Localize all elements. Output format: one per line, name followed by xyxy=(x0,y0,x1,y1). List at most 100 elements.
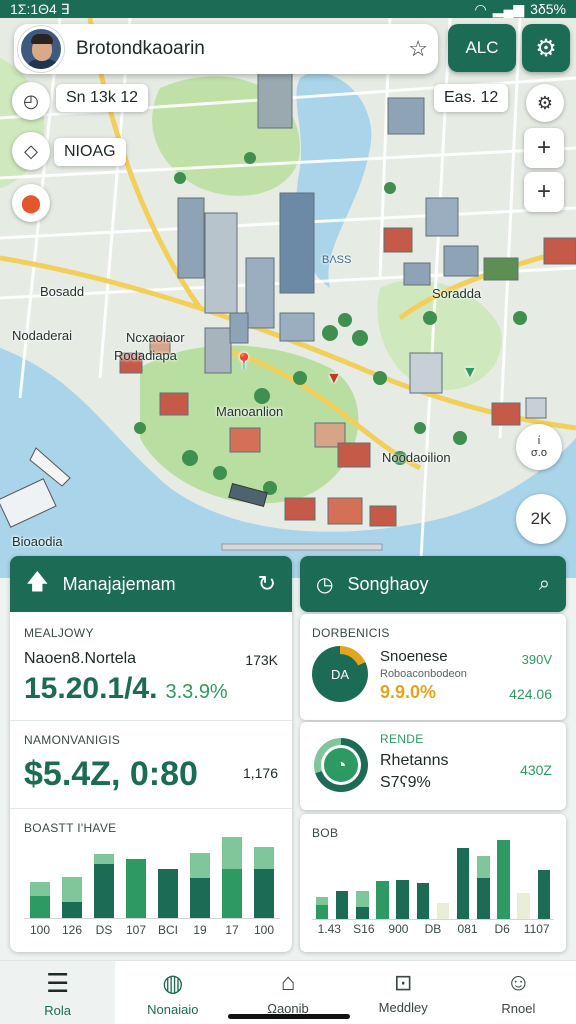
summary-right-2: 430Z xyxy=(520,762,552,778)
section-caption: NAMONVANIGIS xyxy=(24,733,121,747)
summary-subtitle: Roboaconbodeon xyxy=(380,668,467,680)
map-chip-left[interactable]: Sn 13k 12 xyxy=(56,84,149,112)
map-badge-large-label: 2K xyxy=(530,509,552,528)
search-icon[interactable]: ⌕ xyxy=(539,573,550,596)
summary-section-1[interactable]: DORBENICIS DA Snoenese Roboaconbodeon 9.… xyxy=(300,614,566,720)
map-chip-mid[interactable]: NIOAG xyxy=(54,138,126,166)
nav-item-nonaiaio[interactable]: ◍ Nonaiaio xyxy=(115,961,230,1024)
chart-bar-segment xyxy=(62,876,82,903)
layers-button[interactable]: ◇ xyxy=(12,132,50,170)
clock-icon[interactable]: ◷ xyxy=(316,572,333,597)
chart-bar-segment xyxy=(315,897,329,906)
map-pin-icon[interactable]: ▼ xyxy=(326,370,342,388)
map-badge-small[interactable]: ί σ.ο xyxy=(516,424,562,470)
chart-bar xyxy=(30,896,50,918)
nav-item-rola[interactable]: ☰ Rola xyxy=(0,961,116,1024)
chart-icon: ⊡ xyxy=(393,970,413,995)
management-chart-x-labels: 100 126 DS 107 BCI 19 17 100 xyxy=(24,923,280,939)
summary-name-2: Rhetanns xyxy=(380,752,449,769)
management-section-2: NAMONVANIGIS $5.4Z, 0:80 1,176 xyxy=(10,720,292,808)
zoom-out-button[interactable]: + xyxy=(524,172,564,212)
chart-bar xyxy=(396,879,409,919)
chart-x-label: DS xyxy=(95,923,113,937)
chart-bar-segment xyxy=(477,855,490,878)
nav-label: Rola xyxy=(44,1002,71,1018)
globe-icon: ◍ xyxy=(162,969,184,997)
metric-big-value: 15.20.1/4. 3.3.9% xyxy=(24,672,228,706)
chart-x-label: S16 xyxy=(353,922,375,936)
chart-bar xyxy=(62,902,82,918)
section-caption: DORBENICIS xyxy=(312,626,390,640)
nav-label: Rnoel xyxy=(501,1001,536,1016)
management-card-title: Manajajemam xyxy=(62,573,176,594)
chart-bar xyxy=(456,847,470,919)
search-bar[interactable]: Brotondkaoarin ☆ xyxy=(14,24,438,74)
chart-x-label: 1.43 xyxy=(317,922,341,936)
metric-right-value: 173K xyxy=(245,652,278,668)
management-card: 🡅 Manajajemam ↻ MEALJOWY Naoen8.Nortela … xyxy=(10,556,292,952)
chart-x-label: 19 xyxy=(193,923,207,937)
chart-bar-segment xyxy=(517,893,530,919)
summary-section-3: BOB 1.43 S16 900 DB 081 D6 1107 xyxy=(300,814,566,952)
profile-icon: ☺ xyxy=(506,969,531,996)
chart-bar xyxy=(537,869,551,919)
nav-label: Meddley xyxy=(378,1000,428,1015)
management-card-header: 🡅 Manajajemam ↻ xyxy=(10,556,292,612)
management-section-1: MEALJOWY Naoen8.Nortela 173K 15.20.1/4. 3… xyxy=(10,612,292,720)
star-icon[interactable]: ☆ xyxy=(408,36,428,62)
compass-button[interactable]: ◴ xyxy=(12,82,50,120)
clock-icon: ◔ xyxy=(321,745,361,785)
amount-right-value: 1,176 xyxy=(242,765,278,781)
map-label-south: Noodaoilion xyxy=(382,450,451,465)
map-chip-mid-label: NIOAG xyxy=(64,143,116,160)
chart-x-label: 1107 xyxy=(523,922,550,936)
gear-icon: ⚙ xyxy=(536,92,554,113)
chart-bar xyxy=(126,858,146,918)
chart-x-label: DB xyxy=(424,922,442,936)
avatar[interactable] xyxy=(18,26,64,72)
map-label-shore: Bioaodia xyxy=(12,534,63,549)
zoom-in-button[interactable]: + xyxy=(524,128,564,168)
home-indicator xyxy=(228,1014,350,1019)
map-pin-icon[interactable]: 📍 xyxy=(234,352,254,372)
alc-button[interactable]: ALC xyxy=(448,24,516,72)
chart-x-label: 126 xyxy=(61,923,83,937)
nav-item-meddley[interactable]: ⊡ Meddley xyxy=(346,961,461,1024)
map-badge-large[interactable]: 2K xyxy=(516,494,566,544)
map-chip-right-label: Eas. 12 xyxy=(444,89,499,106)
location-button[interactable]: ⬤ xyxy=(12,184,50,222)
settings-button[interactable]: ⚙ xyxy=(522,24,570,72)
chart-x-label: 100 xyxy=(253,923,275,937)
chart-bar-segment xyxy=(94,853,114,864)
map-pin-icon[interactable]: ▼ xyxy=(462,364,478,382)
map-label-park-c: Rodadiapa xyxy=(114,348,177,363)
chart-bar xyxy=(497,839,510,919)
map-chip-right[interactable]: Eas. 12 xyxy=(434,84,509,112)
chart-bar xyxy=(222,868,242,918)
summary-value-2: S7ʕ9% xyxy=(380,774,431,791)
chart-bar-segment xyxy=(254,846,274,869)
ring-chart: ◔ xyxy=(314,738,368,792)
chart-x-label: 900 xyxy=(388,922,409,936)
battery-level: 3δ5% xyxy=(530,1,566,17)
arrow-up-icon[interactable]: 🡅 xyxy=(26,565,49,603)
plus-icon: + xyxy=(536,178,551,205)
summary-section-2[interactable]: RENDE ◔ Rhetanns S7ʕ9% 430Z xyxy=(300,722,566,810)
refresh-icon[interactable]: ↻ xyxy=(258,571,276,597)
chart-bar xyxy=(356,907,369,919)
plus-icon: + xyxy=(536,134,551,161)
metric-big-value-primary: 15.20.1/4. xyxy=(24,672,158,705)
map-badge-small-label: ί σ.ο xyxy=(531,435,547,459)
map-label-center: Manoanlion xyxy=(216,404,284,419)
donut-chart: DA xyxy=(312,646,368,702)
search-title[interactable]: Brotondkaoarin xyxy=(76,38,408,60)
donut-label: DA xyxy=(320,654,360,694)
nav-item-profile[interactable]: ☺ Rnoel xyxy=(461,961,576,1024)
alc-button-label: ALC xyxy=(465,38,499,57)
summary-name: Snoenese xyxy=(380,648,448,665)
menu-icon: ☰ xyxy=(45,967,70,998)
map-settings-button[interactable]: ⚙ xyxy=(526,84,564,122)
chart-bar-segment xyxy=(436,903,450,919)
summary-card-header: ◷ Songhaoy ⌕ xyxy=(300,556,566,612)
chart-x-label: 17 xyxy=(225,923,239,937)
